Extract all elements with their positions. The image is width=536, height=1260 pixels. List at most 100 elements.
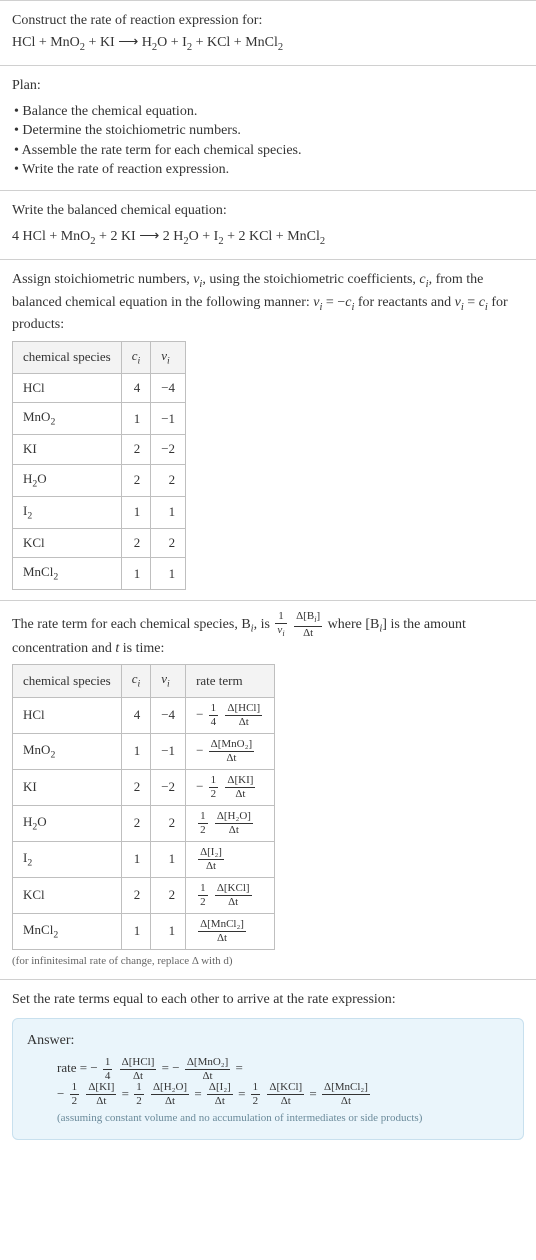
nui-cell: −1 xyxy=(151,403,186,435)
frac-den: Δt xyxy=(185,1070,230,1082)
rate-term-note: (for infinitesimal rate of change, repla… xyxy=(12,954,524,969)
ci-cell: 1 xyxy=(121,733,151,769)
species-cell: MnCl2 xyxy=(13,558,122,590)
sub-i: i xyxy=(282,630,284,639)
text: = xyxy=(464,295,479,310)
table-row: KCl2212 Δ[KCl]Δt xyxy=(13,877,275,913)
rate-term-section: The rate term for each chemical species,… xyxy=(0,600,536,979)
eq-part: + 2 KI ⟶ 2 H xyxy=(96,229,184,244)
frac-num: Δ[H₂O] xyxy=(151,1082,189,1095)
text: = − xyxy=(322,295,345,310)
ci-cell: 1 xyxy=(121,558,151,590)
frac-den: νi xyxy=(275,624,286,638)
table-row: I211 xyxy=(13,496,186,528)
species-cell: I2 xyxy=(13,496,122,528)
table-row: MnO21−1− Δ[MnO₂]Δt xyxy=(13,733,275,769)
frac-den: Δt xyxy=(120,1070,157,1082)
nui-cell: 1 xyxy=(151,841,186,877)
text: Assign stoichiometric numbers, xyxy=(12,272,193,287)
col-rate-term: rate term xyxy=(186,665,275,697)
col-species: chemical species xyxy=(13,665,122,697)
plan-title: Plan: xyxy=(12,76,524,96)
frac-num: 1 xyxy=(134,1082,144,1095)
nui-cell: 2 xyxy=(151,805,186,841)
plan-item: • Write the rate of reaction expression. xyxy=(14,160,524,180)
ci-cell: 2 xyxy=(121,435,151,464)
ci-cell: 1 xyxy=(121,403,151,435)
fraction: 12 xyxy=(70,1082,80,1107)
fraction: Δ[MnCl₂]Δt xyxy=(322,1082,370,1107)
frac-den: 2 xyxy=(70,1095,80,1107)
frac-num: Δ[I₂] xyxy=(207,1082,233,1095)
balanced-intro: Write the balanced chemical equation: xyxy=(12,201,524,221)
rate-term-cell: Δ[I₂]Δt xyxy=(186,841,275,877)
rate-term-intro: The rate term for each chemical species,… xyxy=(12,611,524,658)
frac-num: 1 xyxy=(251,1082,261,1095)
sub-i: i xyxy=(167,679,170,690)
table-row: MnCl211 xyxy=(13,558,186,590)
plan-section: Plan: • Balance the chemical equation. •… xyxy=(0,65,536,190)
col-nui: νi xyxy=(151,341,186,373)
eq-part: + KCl + MnCl xyxy=(192,35,278,50)
fraction: Δ[KI]Δt xyxy=(86,1082,116,1107)
table-row: KI2−2− 12 Δ[KI]Δt xyxy=(13,769,275,805)
rate-term-cell: − 12 Δ[KI]Δt xyxy=(186,769,275,805)
table-header-row: chemical species ci νi rate term xyxy=(13,665,275,697)
eq-sub: 2 xyxy=(278,41,283,52)
rate-term-table: chemical species ci νi rate term HCl4−4−… xyxy=(12,664,275,949)
text: = xyxy=(236,1060,243,1075)
ci-cell: 2 xyxy=(121,877,151,913)
eq-sub: 2 xyxy=(320,235,325,246)
text: The rate term for each chemical species,… xyxy=(12,617,251,632)
species-cell: KI xyxy=(13,435,122,464)
stoichiometric-section: Assign stoichiometric numbers, νi , using… xyxy=(0,259,536,600)
fraction: Δ[MnO₂]Δt xyxy=(185,1057,230,1082)
answer-line-2: − 12 Δ[KI]Δt = 12 Δ[H₂O]Δt = Δ[I₂]Δt = 1… xyxy=(57,1082,509,1108)
frac-den: 2 xyxy=(134,1095,144,1107)
rate-term-cell: Δ[MnCl₂]Δt xyxy=(186,913,275,949)
sub-i: i xyxy=(138,679,141,690)
species-cell: I2 xyxy=(13,841,122,877)
nui-cell: 2 xyxy=(151,877,186,913)
nui-cell: −2 xyxy=(151,769,186,805)
frac-den: Δt xyxy=(267,1095,304,1107)
frac-num: 1 xyxy=(70,1082,80,1095)
ci-cell: 2 xyxy=(121,464,151,496)
text: , using the stoichiometric coefficients, xyxy=(202,272,419,287)
nui-cell: −2 xyxy=(151,435,186,464)
plan-item: • Balance the chemical equation. xyxy=(14,102,524,122)
frac-num: Δ[KCl] xyxy=(267,1082,304,1095)
species-cell: HCl xyxy=(13,373,122,402)
table-row: HCl4−4− 14 Δ[HCl]Δt xyxy=(13,697,275,733)
fraction: 12 xyxy=(134,1082,144,1107)
nui-cell: 1 xyxy=(151,913,186,949)
eq-part: O + I xyxy=(189,229,219,244)
table-row: MnO21−1 xyxy=(13,403,186,435)
text: = xyxy=(238,1086,249,1101)
text: for reactants and xyxy=(354,295,454,310)
ci-cell: 2 xyxy=(121,769,151,805)
ci-cell: 1 xyxy=(121,913,151,949)
eq-part: O + I xyxy=(157,35,187,50)
table-row: MnCl211Δ[MnCl₂]Δt xyxy=(13,913,275,949)
text: = xyxy=(122,1086,133,1101)
table-row: I211Δ[I₂]Δt xyxy=(13,841,275,877)
col-ci: ci xyxy=(121,665,151,697)
frac-den: Δt xyxy=(151,1095,189,1107)
frac-den: Δt xyxy=(86,1095,116,1107)
nui-cell: −1 xyxy=(151,733,186,769)
stoich-intro: Assign stoichiometric numbers, νi, using… xyxy=(12,270,524,335)
sub-i: i xyxy=(167,355,170,366)
nui-cell: 1 xyxy=(151,496,186,528)
fraction: 12 xyxy=(251,1082,261,1107)
answer-note: (assuming constant volume and no accumul… xyxy=(57,1111,509,1126)
eq-part: 4 HCl + MnO xyxy=(12,229,90,244)
frac-num: Δ[Bi] xyxy=(294,611,322,626)
table-row: KCl22 xyxy=(13,529,186,558)
rate-term-cell: 12 Δ[KCl]Δt xyxy=(186,877,275,913)
frac-den: Δt xyxy=(322,1095,370,1107)
ci-cell: 4 xyxy=(121,373,151,402)
text: Δ[B xyxy=(296,610,314,622)
ci-cell: 1 xyxy=(121,841,151,877)
plan-item: • Assemble the rate term for each chemic… xyxy=(14,141,524,161)
